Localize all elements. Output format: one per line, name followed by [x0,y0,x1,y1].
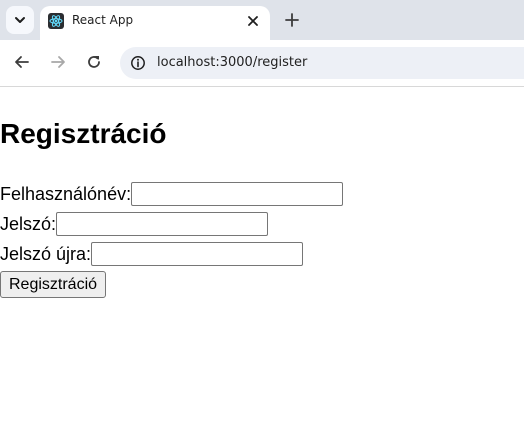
tab-strip: React App [0,0,524,40]
reload-button[interactable] [82,50,106,74]
browser-toolbar: localhost:3000/register [0,40,524,87]
username-label: Felhasználónév: [0,184,132,204]
forward-button[interactable] [46,50,70,74]
password-confirm-input[interactable] [91,242,304,266]
page-title: Regisztráció [0,118,167,149]
tab-title: React App [72,13,134,27]
register-button[interactable]: Regisztráció [0,271,107,298]
password-row: Jelszó: [0,211,269,237]
password-label: Jelszó: [0,214,57,234]
url-text: localhost:3000/register [157,55,308,70]
reload-icon [88,56,100,68]
site-info-icon[interactable] [128,53,148,73]
username-row: Felhasználónév: [0,181,344,207]
back-button[interactable] [10,50,34,74]
chevron-down-icon [15,17,25,23]
close-tab-button[interactable] [244,12,262,30]
tab-search-button[interactable] [6,6,34,34]
plus-icon [285,13,299,27]
tab-react-app[interactable]: React App [40,6,270,40]
react-logo-icon [48,13,64,29]
arrow-right-icon [51,56,65,68]
new-tab-button[interactable] [280,8,304,32]
username-input[interactable] [131,182,344,206]
close-icon [248,16,258,26]
password-confirm-label: Jelszó újra: [0,244,92,264]
page-content: Regisztráció Felhasználónév: Jelszó: Jel… [0,87,524,434]
password-input[interactable] [56,212,269,236]
address-bar[interactable]: localhost:3000/register [120,47,524,79]
password-confirm-row: Jelszó újra: [0,241,304,267]
arrow-left-icon [15,56,29,68]
